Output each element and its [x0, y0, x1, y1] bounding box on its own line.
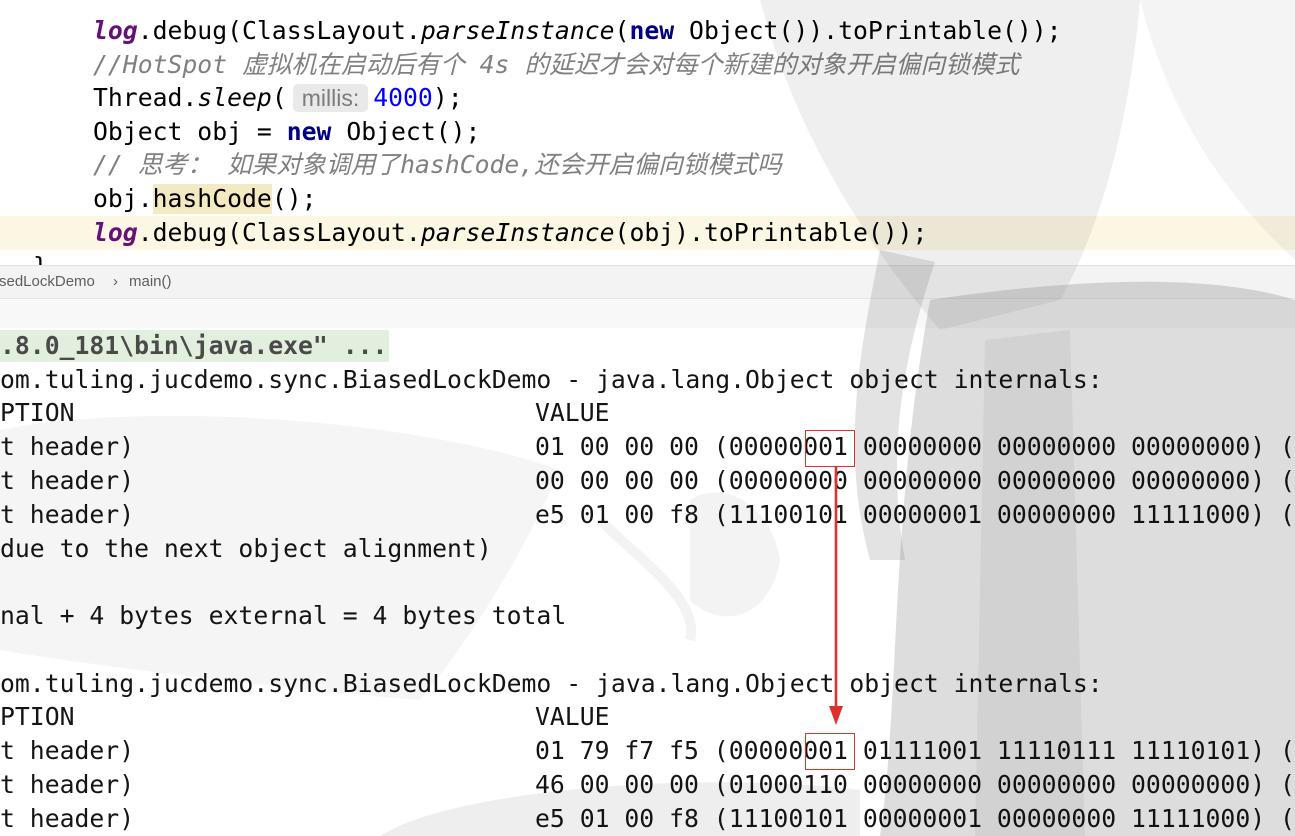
code-line-5[interactable]: // 思考： 如果对象调用了hashCode,还会开启偏向锁模式吗: [93, 148, 782, 182]
new-keyword[interactable]: new: [287, 115, 332, 149]
row-description: t header): [0, 500, 135, 529]
console-output[interactable]: .8.0_181\bin\java.exe" ... om.tuling.juc…: [0, 328, 1295, 836]
alignment-loss-note: due to the next object alignment): [0, 534, 492, 563]
row-description: t header): [0, 770, 135, 799]
folded-command-line[interactable]: .8.0_181\bin\java.exe" ...: [0, 330, 390, 362]
ide-window: log .debug(ClassLayout. parseInstance ( …: [0, 0, 1295, 836]
column-headings: PTION VALUE: [0, 396, 1295, 430]
row-value: 00 00 00 00 (00000000 00000000 00000000 …: [535, 466, 1295, 495]
parse-instance-method[interactable]: parseInstance: [421, 216, 615, 250]
debug-call[interactable]: .debug(ClassLayout.: [138, 216, 421, 250]
space-loss-summary: nal + 4 bytes external = 4 bytes total: [0, 601, 567, 630]
open-paren[interactable]: (: [272, 81, 287, 115]
debug-call[interactable]: .debug(ClassLayout.: [138, 14, 421, 48]
breadcrumb-class[interactable]: sedLockDemo: [0, 273, 95, 290]
code-editor[interactable]: log .debug(ClassLayout. parseInstance ( …: [0, 0, 1295, 265]
close-paren-semicolon[interactable]: );: [433, 81, 463, 115]
hotspot-delay-comment[interactable]: //HotSpot 虚拟机在启动后有个 4s 的延迟才会对每个新建的对象开启偏向…: [93, 48, 1019, 82]
row-description: t header): [0, 804, 135, 833]
column-headings: PTION VALUE: [0, 700, 1295, 734]
number-literal[interactable]: 4000: [373, 81, 433, 115]
thread-class-ref[interactable]: Thread.: [93, 81, 197, 115]
header-row: t header) e5 01 00 f8 (11100101 00000001…: [0, 498, 1295, 532]
code-line-1[interactable]: log .debug(ClassLayout. parseInstance ( …: [93, 14, 1062, 48]
row-value: 01 79 f7 f5 (00000001 01111001 11110111 …: [535, 736, 1295, 765]
row-value: e5 01 00 f8 (11100101 00000001 00000000 …: [535, 804, 1295, 833]
code-line-4[interactable]: Object obj = new Object();: [93, 115, 480, 149]
code-line-2[interactable]: //HotSpot 虚拟机在启动后有个 4s 的延迟才会对每个新建的对象开启偏向…: [93, 48, 1019, 82]
sleep-method[interactable]: sleep: [197, 81, 272, 115]
row-description: t header): [0, 466, 135, 495]
breadcrumb-separator: ›: [113, 273, 118, 290]
row-value: 01 00 00 00 (00000001 00000000 00000000 …: [535, 432, 1295, 461]
header-row: t header) 01 00 00 00 (00000001 00000000…: [0, 430, 1295, 464]
row-description: t header): [0, 432, 135, 461]
closing-brace[interactable]: }: [33, 250, 48, 265]
value-column-heading: VALUE: [535, 398, 610, 427]
value-column-heading: VALUE: [535, 702, 610, 731]
object-internals-header: om.tuling.jucdemo.sync.BiasedLockDemo - …: [0, 365, 1103, 394]
constructor-call[interactable]: Object();: [331, 115, 480, 149]
hashcode-method-highlighted[interactable]: hashCode: [152, 184, 272, 214]
code-line-8[interactable]: }: [33, 250, 48, 265]
object-internals-header: om.tuling.jucdemo.sync.BiasedLockDemo - …: [0, 669, 1103, 698]
call-parens[interactable]: ();: [272, 182, 317, 216]
run-tool-header: [0, 298, 1295, 328]
header-row: t header) 46 00 00 00 (01000110 00000000…: [0, 768, 1295, 802]
breadcrumb-method[interactable]: main(): [129, 273, 172, 290]
log-field-ref[interactable]: log: [93, 216, 138, 250]
description-column-heading: PTION: [0, 398, 75, 427]
row-description: t header): [0, 736, 135, 765]
object-call-chain[interactable]: Object()).toPrintable());: [674, 14, 1062, 48]
header-row: t header) e5 01 00 f8 (11100101 00000001…: [0, 802, 1295, 836]
hashcode-question-comment[interactable]: // 思考： 如果对象调用了hashCode,还会开启偏向锁模式吗: [93, 148, 782, 182]
header-row: t header) 01 79 f7 f5 (00000001 01111001…: [0, 734, 1295, 768]
breadcrumb: sedLockDemo › main(): [0, 265, 1295, 298]
row-value: e5 01 00 f8 (11100101 00000001 00000000 …: [535, 500, 1295, 529]
obj-receiver[interactable]: obj.: [93, 182, 153, 216]
description-column-heading: PTION: [0, 702, 75, 731]
parameter-name-hint: millis:: [292, 84, 369, 112]
log-field-ref[interactable]: log: [93, 14, 138, 48]
row-value: 46 00 00 00 (01000110 00000000 00000000 …: [535, 770, 1295, 799]
header-row: t header) 00 00 00 00 (00000000 00000000…: [0, 464, 1295, 498]
obj-call-chain[interactable]: (obj).toPrintable());: [615, 216, 928, 250]
parse-instance-method[interactable]: parseInstance: [421, 14, 615, 48]
new-keyword[interactable]: new: [629, 14, 674, 48]
code-line-3[interactable]: Thread. sleep ( millis: 4000 );: [93, 81, 463, 115]
open-paren[interactable]: (: [615, 14, 630, 48]
variable-declaration[interactable]: Object obj =: [93, 115, 287, 149]
code-line-7[interactable]: log .debug(ClassLayout. parseInstance (o…: [93, 216, 927, 250]
code-line-6[interactable]: obj. hashCode ();: [93, 182, 317, 216]
